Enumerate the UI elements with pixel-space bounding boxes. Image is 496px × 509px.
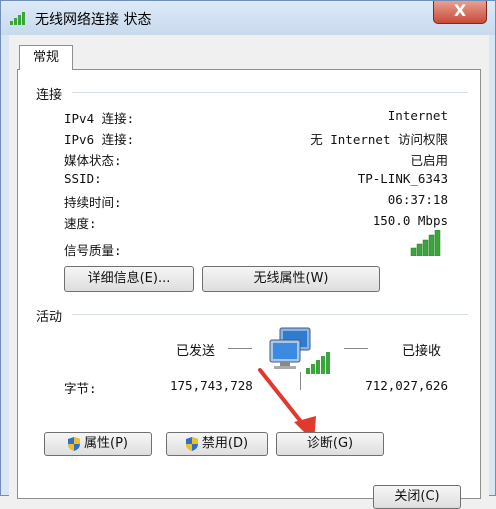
close-icon: X: [453, 1, 467, 20]
status-window: 无线网络连接 状态 X 常规 连接 IPv4 连接: Internet IPv6…: [0, 0, 496, 509]
received-label: 已接收: [402, 344, 442, 359]
signal-quality-label: 信号质量:: [64, 243, 122, 258]
ssid-value: TP-LINK_6343: [357, 171, 448, 186]
window-close-button[interactable]: X: [433, 1, 487, 24]
activity-section-title: 活动: [36, 310, 63, 325]
activity-divider: [72, 314, 468, 315]
ssid-label: SSID:: [64, 171, 102, 186]
shield-icon: [68, 436, 80, 451]
title-bar[interactable]: 无线网络连接 状态 X: [1, 1, 495, 35]
media-state-label: 媒体状态:: [64, 153, 122, 168]
window-client: 常规 连接 IPv4 连接: Internet IPv6 连接: 无 Inter…: [9, 35, 489, 509]
disable-button[interactable]: 禁用(D): [166, 432, 268, 456]
connection-divider: [72, 92, 468, 93]
ipv6-label: IPv6 连接:: [64, 132, 135, 147]
bytes-sent-value: 175,743,728: [170, 378, 253, 393]
media-state-value: 已启用: [410, 153, 448, 168]
speed-value: 150.0 Mbps: [372, 213, 448, 228]
ipv4-value: Internet: [387, 108, 448, 123]
disable-button-label: 禁用(D): [201, 436, 249, 451]
ipv4-label: IPv4 连接:: [64, 111, 135, 126]
wireless-properties-button[interactable]: 无线属性(W): [202, 266, 380, 292]
tab-general[interactable]: 常规: [19, 45, 73, 70]
sent-label: 已发送: [176, 344, 216, 359]
ipv6-value: 无 Internet 访问权限: [310, 132, 448, 147]
duration-value: 06:37:18: [387, 192, 448, 207]
duration-label: 持续时间:: [64, 195, 122, 210]
diagnose-button[interactable]: 诊断(G): [276, 432, 384, 456]
shield-icon: [185, 436, 198, 451]
tab-panel-general: 连接 IPv4 连接: Internet IPv6 连接: 无 Internet…: [17, 69, 481, 499]
bytes-received-value: 712,027,626: [365, 378, 448, 393]
connection-section-title: 连接: [36, 88, 63, 103]
bytes-label: 字节:: [64, 381, 97, 396]
sent-line: [228, 348, 252, 349]
wireless-signal-icon: [10, 12, 25, 25]
properties-button-label: 属性(P): [84, 436, 128, 451]
speed-label: 速度:: [64, 216, 97, 231]
received-line: [344, 348, 368, 349]
properties-button[interactable]: 属性(P): [44, 432, 152, 456]
close-button[interactable]: 关闭(C): [373, 485, 461, 509]
window-title: 无线网络连接 状态: [35, 12, 152, 28]
signal-strength-icon: [410, 230, 441, 256]
details-button[interactable]: 详细信息(E)...: [64, 266, 194, 292]
